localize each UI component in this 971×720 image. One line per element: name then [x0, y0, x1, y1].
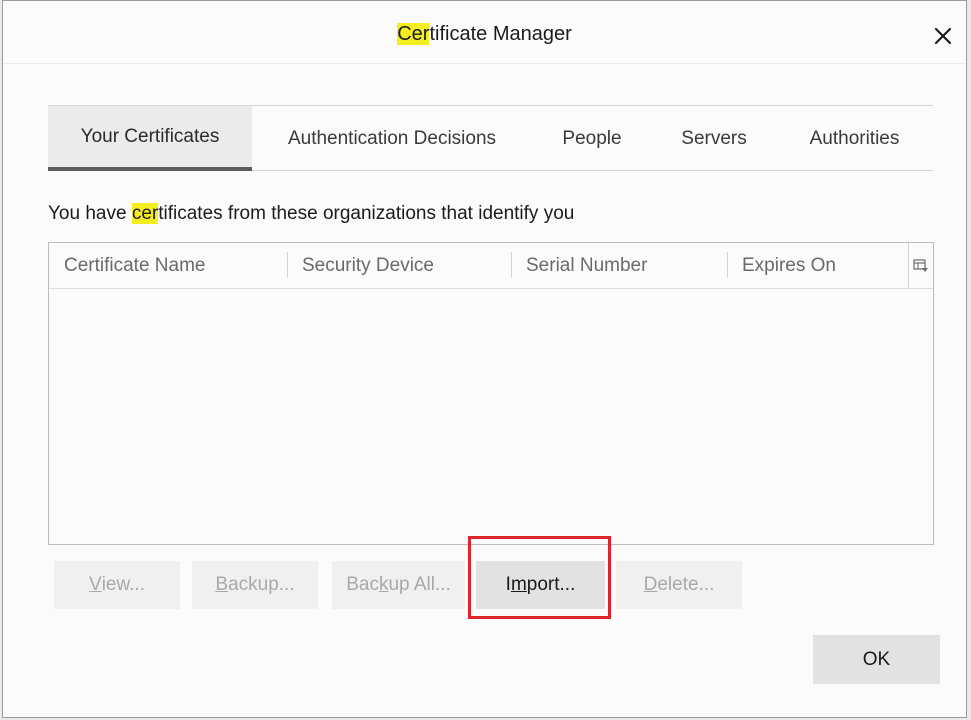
- column-picker-icon: [913, 258, 928, 272]
- delete-button[interactable]: Delete...: [616, 561, 742, 609]
- access-key: D: [643, 574, 658, 595]
- column-header-security-device[interactable]: Security Device: [287, 243, 511, 288]
- access-key: B: [215, 574, 229, 595]
- table-body[interactable]: [49, 288, 933, 544]
- column-header-certificate-name[interactable]: Certificate Name: [49, 243, 287, 288]
- intro-after: tificates from these organizations that …: [158, 203, 575, 224]
- backup-button[interactable]: Backup...: [192, 561, 318, 609]
- intro-search-highlight: cer: [131, 203, 159, 224]
- button-label: elete...: [657, 574, 715, 595]
- table-header: Certificate Name Security Device Serial …: [49, 243, 933, 289]
- title-bar: Certificate Manager: [3, 1, 966, 64]
- tab-your-certificates[interactable]: Your Certificates: [48, 106, 252, 171]
- title-text: tificate Manager: [429, 23, 572, 45]
- tab-servers[interactable]: Servers: [662, 106, 766, 171]
- button-label: up All...: [388, 574, 451, 595]
- backup-all-button[interactable]: Bac k up All...: [332, 561, 465, 609]
- tab-authentication-decisions[interactable]: Authentication Decisions: [262, 106, 522, 171]
- access-key: V: [89, 574, 102, 595]
- button-label: Bac: [346, 574, 379, 595]
- intro-before: You have: [48, 203, 132, 224]
- view-button[interactable]: View...: [54, 561, 180, 609]
- column-picker-button[interactable]: [908, 243, 933, 288]
- certificate-table: Certificate Name Security Device Serial …: [48, 242, 934, 545]
- import-button[interactable]: Im port...: [476, 561, 605, 609]
- access-key: k: [378, 574, 389, 595]
- access-key: m: [510, 574, 527, 595]
- column-header-expires-on[interactable]: Expires On: [727, 243, 909, 288]
- close-icon: [934, 27, 952, 45]
- title-search-highlight: Cer: [397, 23, 430, 45]
- certificate-manager-dialog: Certificate Manager Your Certificates Au…: [2, 0, 967, 718]
- tab-bar: Your Certificates Authentication Decisio…: [48, 105, 933, 171]
- button-label: ackup...: [228, 574, 295, 595]
- tab-authorities[interactable]: Authorities: [786, 106, 923, 171]
- intro-text: You have certificates from these organiz…: [48, 203, 574, 225]
- ok-button[interactable]: OK: [813, 635, 940, 684]
- column-header-serial-number[interactable]: Serial Number: [511, 243, 727, 288]
- button-label: port...: [526, 574, 576, 595]
- dialog-title: Certificate Manager: [3, 23, 966, 46]
- close-button[interactable]: [928, 21, 958, 51]
- tab-people[interactable]: People: [542, 106, 642, 171]
- button-label: iew...: [101, 574, 145, 595]
